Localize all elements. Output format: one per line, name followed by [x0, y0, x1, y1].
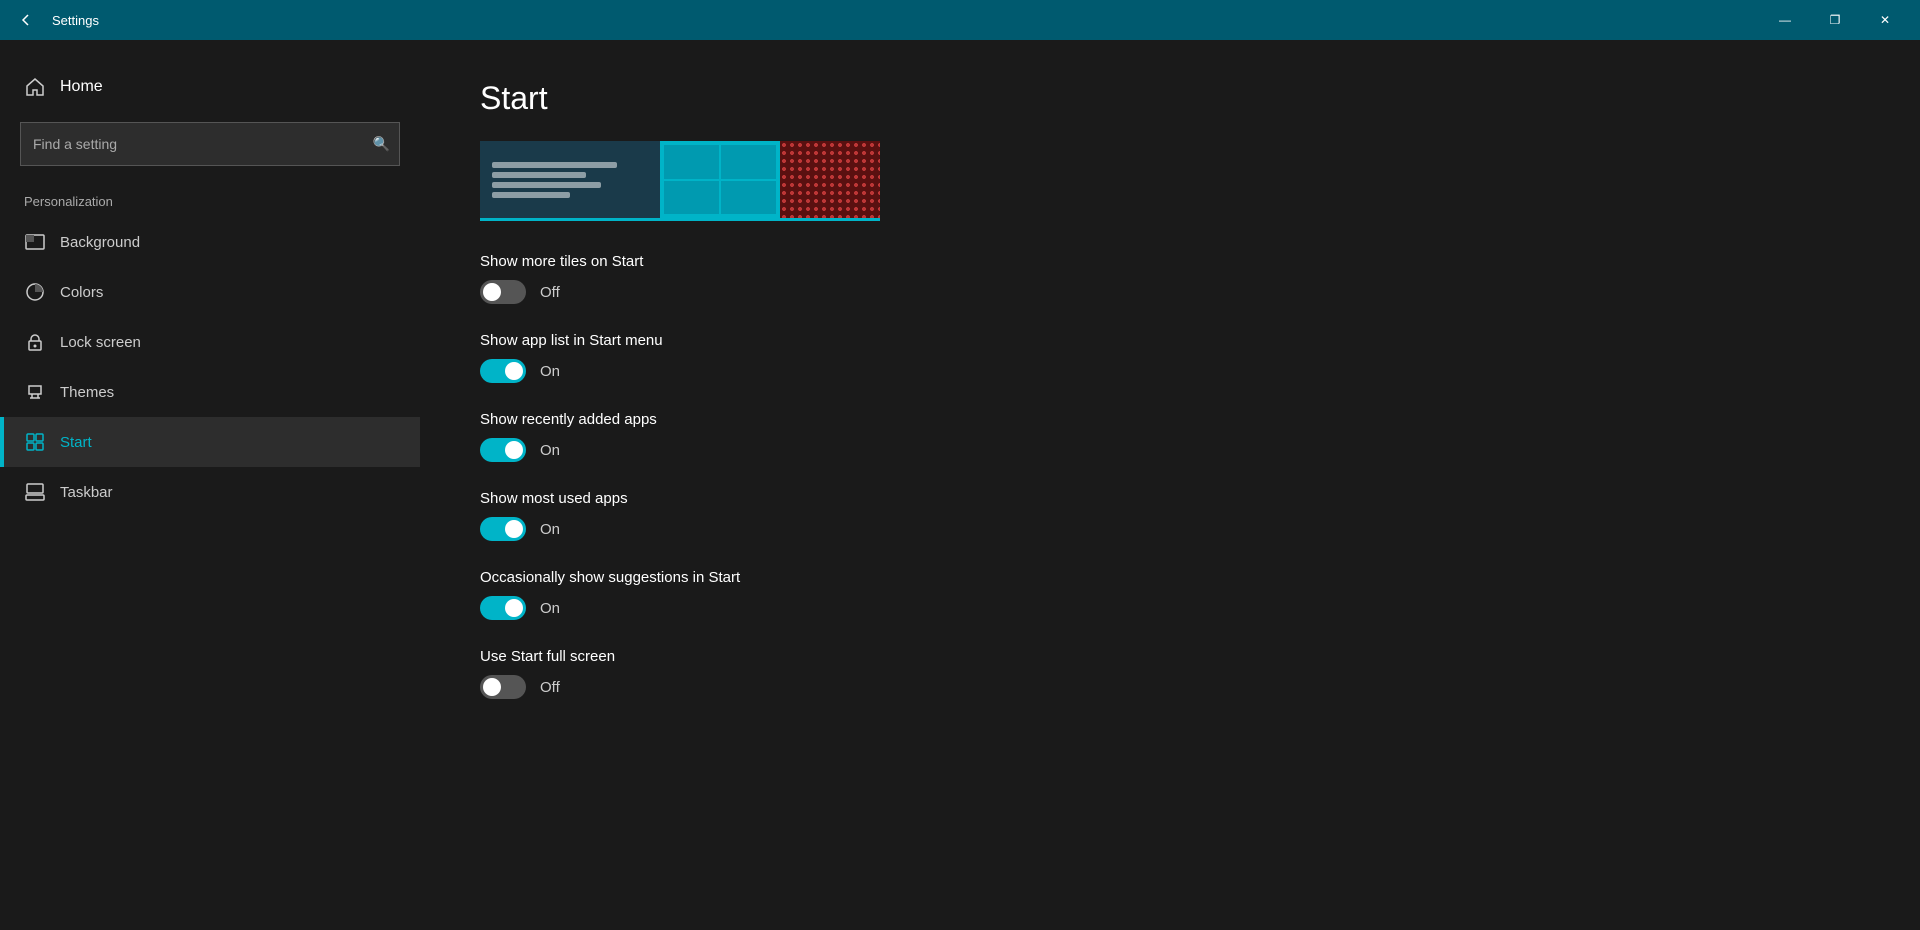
toggle-row-more_tiles: Off [480, 280, 1860, 304]
toggle-thumb-app_list [505, 362, 523, 380]
start-preview [480, 141, 880, 221]
preview-tile-1 [664, 145, 719, 179]
toggle-state-full_screen: Off [540, 679, 560, 696]
toggle-recently_added[interactable] [480, 438, 526, 462]
settings-container: Show more tiles on Start Off Show app list… [480, 253, 1860, 699]
sidebar-item-lockscreen[interactable]: Lock screen [0, 317, 420, 367]
lockscreen-icon [24, 331, 46, 353]
background-label: Background [60, 234, 140, 251]
section-label: Personalization [0, 186, 420, 217]
toggle-thumb-full_screen [483, 678, 501, 696]
sidebar-item-background[interactable]: Background [0, 217, 420, 267]
taskbar-label: Taskbar [60, 484, 113, 501]
setting-item-full_screen: Use Start full screen Off [480, 648, 1860, 699]
sidebar-item-taskbar[interactable]: Taskbar [0, 467, 420, 517]
toggle-most_used[interactable] [480, 517, 526, 541]
toggle-row-most_used: On [480, 517, 1860, 541]
toggle-thumb-suggestions [505, 599, 523, 617]
toggle-app_list[interactable] [480, 359, 526, 383]
title-bar: Settings — ❐ ✕ [0, 0, 1920, 40]
toggle-suggestions[interactable] [480, 596, 526, 620]
toggle-full_screen[interactable] [480, 675, 526, 699]
toggle-state-more_tiles: Off [540, 284, 560, 301]
close-button[interactable]: ✕ [1862, 4, 1908, 36]
sidebar-item-themes[interactable]: Themes [0, 367, 420, 417]
maximize-button[interactable]: ❐ [1812, 4, 1858, 36]
sidebar-item-colors[interactable]: Colors [0, 267, 420, 317]
preview-line-4 [492, 192, 570, 198]
setting-label-recently_added: Show recently added apps [480, 411, 1860, 428]
setting-item-most_used: Show most used apps On [480, 490, 1860, 541]
lockscreen-label: Lock screen [60, 334, 141, 351]
search-input[interactable] [20, 122, 400, 166]
setting-label-full_screen: Use Start full screen [480, 648, 1860, 665]
toggle-state-most_used: On [540, 521, 560, 538]
toggle-thumb-most_used [505, 520, 523, 538]
window-controls: — ❐ ✕ [1762, 4, 1908, 36]
search-container: 🔍 [20, 122, 400, 166]
sidebar-item-start[interactable]: Start [0, 417, 420, 467]
preview-line-1 [492, 162, 617, 168]
back-button[interactable] [12, 6, 40, 34]
themes-label: Themes [60, 384, 114, 401]
setting-label-more_tiles: Show more tiles on Start [480, 253, 1860, 270]
page-title: Start [480, 80, 1860, 117]
setting-label-app_list: Show app list in Start menu [480, 332, 1860, 349]
title-bar-left: Settings [12, 6, 99, 34]
start-icon [24, 431, 46, 453]
toggle-row-suggestions: On [480, 596, 1860, 620]
start-preview-left [480, 141, 660, 218]
toggle-row-full_screen: Off [480, 675, 1860, 699]
taskbar-icon [24, 481, 46, 503]
colors-icon [24, 281, 46, 303]
toggle-thumb-recently_added [505, 441, 523, 459]
preview-line-2 [492, 172, 586, 178]
preview-tile-3 [664, 181, 719, 215]
themes-icon [24, 381, 46, 403]
setting-label-most_used: Show most used apps [480, 490, 1860, 507]
preview-tile-2 [721, 145, 776, 179]
toggle-row-app_list: On [480, 359, 1860, 383]
toggle-more_tiles[interactable] [480, 280, 526, 304]
setting-item-recently_added: Show recently added apps On [480, 411, 1860, 462]
start-label: Start [60, 434, 92, 451]
toggle-state-recently_added: On [540, 442, 560, 459]
setting-item-more_tiles: Show more tiles on Start Off [480, 253, 1860, 304]
toggle-state-app_list: On [540, 363, 560, 380]
toggle-state-suggestions: On [540, 600, 560, 617]
start-preview-right [780, 141, 880, 218]
preview-tile-4 [721, 181, 776, 215]
minimize-button[interactable]: — [1762, 4, 1808, 36]
setting-item-app_list: Show app list in Start menu On [480, 332, 1860, 383]
setting-label-suggestions: Occasionally show suggestions in Start [480, 569, 1860, 586]
search-icon: 🔍 [373, 136, 390, 153]
setting-item-suggestions: Occasionally show suggestions in Start On [480, 569, 1860, 620]
preview-line-3 [492, 182, 601, 188]
background-icon [24, 231, 46, 253]
sidebar-item-home[interactable]: Home [0, 64, 420, 110]
start-preview-tiles [660, 141, 780, 218]
colors-label: Colors [60, 284, 103, 301]
home-label: Home [60, 78, 103, 96]
preview-dots [780, 141, 880, 218]
app-title: Settings [52, 13, 99, 28]
main-layout: Home 🔍 Personalization Background [0, 40, 1920, 930]
home-icon [24, 76, 46, 98]
sidebar: Home 🔍 Personalization Background [0, 40, 420, 930]
content-area: Start Show more tiles on Start Off Show ap… [420, 40, 1920, 930]
toggle-row-recently_added: On [480, 438, 1860, 462]
toggle-thumb-more_tiles [483, 283, 501, 301]
